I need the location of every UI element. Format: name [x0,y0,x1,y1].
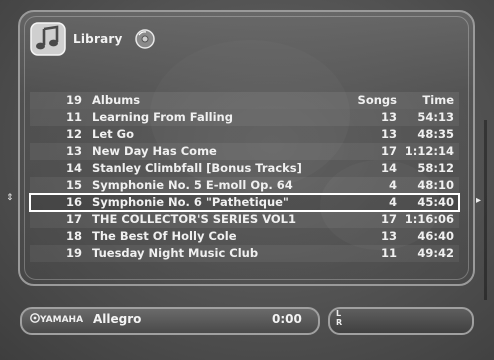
row-number: 15 [65,178,82,192]
row-number: 11 [65,110,82,124]
album-title: Stanley Climbfall [Bonus Tracks] [92,161,302,175]
song-count: 4 [388,178,397,192]
meter-label-l: L [336,309,342,318]
scrollbar[interactable] [484,120,487,300]
table-header: 19 Albums Songs Time [30,92,459,109]
music-note-icon [30,22,66,56]
row-number: 17 [65,212,82,226]
playback-position: 0:00 [272,312,302,326]
disc-icon[interactable] [134,28,156,50]
album-duration: 45:40 [417,195,454,209]
song-count: 4 [388,195,397,209]
yamaha-brand: YAMAHA [40,315,84,325]
album-title: New Day Has Come [92,144,217,158]
meter-label-r: R [336,318,343,327]
level-meter [328,307,474,335]
album-duration: 48:10 [417,178,454,192]
row-number: 19 [65,246,82,260]
album-duration: 1:16:06 [404,212,454,226]
yamaha-logo-icon: YAMAHA [30,313,83,325]
row-number: 18 [65,229,82,243]
album-duration: 46:40 [417,229,454,243]
yamaha-emblem-icon [30,313,40,323]
album-duration: 54:13 [417,110,454,124]
right-arrow-icon[interactable]: ▸ [476,195,481,206]
album-count: 19 [65,93,82,107]
album-title: Tuesday Night Music Club [92,246,259,260]
album-title: Learning From Falling [92,110,233,124]
column-header-time[interactable]: Time [402,92,454,109]
now-playing-title: Allegro [93,312,142,326]
table-row[interactable]: 19 Tuesday Night Music Club 11 49:42 [30,245,459,262]
up-down-arrows-icon[interactable]: ⇕ [6,194,14,203]
album-title: THE COLLECTOR'S SERIES VOL1 [92,212,296,226]
table-row[interactable]: 18 The Best Of Holly Cole 13 46:40 [30,228,459,245]
album-title: Symphonie No. 5 E-moll Op. 64 [92,178,293,192]
album-table: 19 Albums Songs Time 11 Learning From Fal… [29,92,460,262]
song-count: 11 [380,246,397,260]
song-count: 14 [380,161,397,175]
song-count: 13 [380,127,397,141]
song-count: 13 [380,229,397,243]
album-title: The Best Of Holly Cole [92,229,237,243]
table-row[interactable]: 11 Learning From Falling 13 54:13 [30,109,459,126]
column-header-songs[interactable]: Songs [340,92,397,109]
table-row[interactable]: 16 Symphonie No. 6 "Pathetique" 4 45:40 [29,193,460,212]
song-count: 13 [380,110,397,124]
table-row[interactable]: 17 THE COLLECTOR'S SERIES VOL1 17 1:16:06 [30,211,459,228]
table-row[interactable]: 13 New Day Has Come 17 1:12:14 [30,143,459,160]
row-number: 13 [65,144,82,158]
album-title: Symphonie No. 6 "Pathetique" [92,195,289,209]
song-count: 17 [380,212,397,226]
album-duration: 1:12:14 [404,144,454,158]
table-row[interactable]: 15 Symphonie No. 5 E-moll Op. 64 4 48:10 [30,177,459,194]
page-title: Library [73,32,123,46]
album-duration: 49:42 [417,246,454,260]
table-row[interactable]: 12 Let Go 13 48:35 [30,126,459,143]
album-duration: 58:12 [417,161,454,175]
table-row[interactable]: 14 Stanley Climbfall [Bonus Tracks] 14 58:1… [30,160,459,177]
row-number: 16 [65,195,82,209]
row-number: 12 [65,127,82,141]
album-duration: 48:35 [417,127,454,141]
meter-channel-labels: L R [336,309,342,327]
song-count: 17 [380,144,397,158]
album-title: Let Go [92,127,134,141]
column-header-albums[interactable]: Albums [92,92,140,109]
row-number: 14 [65,161,82,175]
